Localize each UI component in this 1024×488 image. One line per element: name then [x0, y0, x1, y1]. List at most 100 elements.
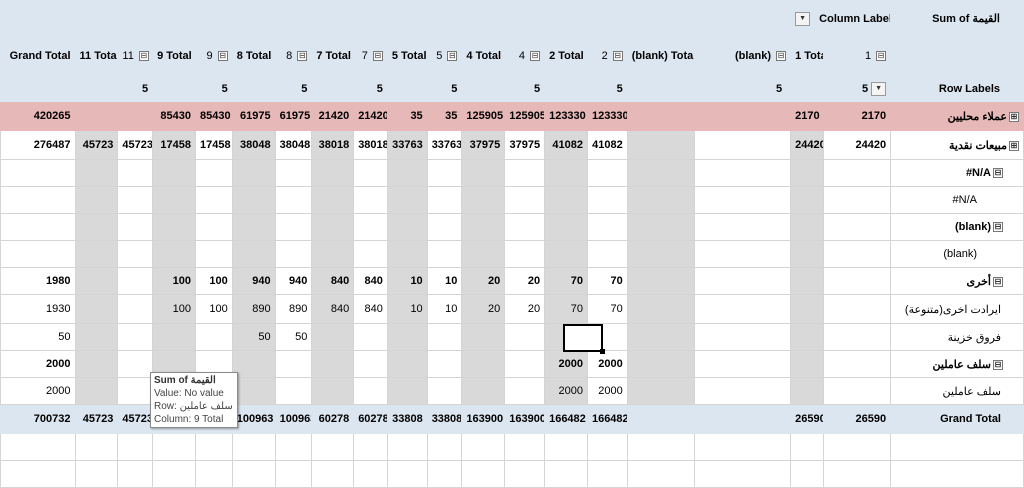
collapse-icon[interactable]: ⊟: [530, 51, 541, 62]
header-col-9[interactable]: 9 ⊟: [194, 36, 233, 76]
cell-c9: 100: [194, 267, 233, 295]
empty-row: [0, 460, 1024, 488]
cell-c1t: 26590: [790, 404, 824, 434]
cell-c2t: 70: [544, 267, 588, 295]
table-row-na-group: #N/A ⊟: [0, 159, 1024, 187]
header-col-1[interactable]: 1 ⊟: [822, 36, 892, 76]
cell-grand-total: 276487: [0, 130, 76, 160]
chevron-down-icon[interactable]: ▼: [795, 11, 811, 26]
header-col-11[interactable]: 11 ⊟: [117, 36, 154, 76]
collapse-icon[interactable]: ⊟: [217, 51, 228, 62]
cell-c4: 37975: [504, 130, 546, 160]
table-row-cash-sales: 276487 45723 45723 17458 17458 38048 380…: [0, 130, 1024, 160]
header-col-8[interactable]: 8 ⊟: [274, 36, 313, 76]
cell-c5: 10: [426, 294, 463, 324]
subheader-5: 5: [504, 75, 546, 102]
header-col-4-total: 4 Total: [461, 36, 506, 76]
cell-c9t: 100: [152, 294, 196, 324]
cell-c2t: 41082: [544, 130, 588, 160]
cell-c5t: 33808: [386, 404, 428, 434]
cell-c5: 33808: [426, 404, 463, 434]
header-col-2[interactable]: 2 ⊟: [586, 36, 628, 76]
pivot-header-row-subcolumns: 5 5 5 5 5 5 5 5 5 ▼ Row Labels: [0, 75, 1024, 102]
cell-c4t: 20: [461, 294, 506, 324]
cell-c8: 50: [274, 323, 313, 351]
cell-c11: 45723: [117, 404, 154, 434]
collapse-icon[interactable]: ⊟: [993, 222, 1003, 233]
pivot-header-row-columns: Grand Total 11 Total 11 ⊟ 9 Total 9 ⊟ 8 …: [0, 36, 1024, 76]
collapse-icon[interactable]: ⊟: [776, 51, 787, 62]
cell-c8t: 50: [231, 323, 276, 351]
row-label-treasury-diff: فروق خزينة: [890, 323, 1024, 351]
collapse-icon[interactable]: ⊟: [993, 359, 1003, 370]
row-label-na-group[interactable]: #N/A ⊟: [890, 159, 1024, 187]
row-label-emp-adv-group[interactable]: سلف عاملين ⊟: [890, 350, 1024, 378]
cell-c2: 70: [586, 267, 628, 295]
cell-c2t: 70: [544, 294, 588, 324]
cell-c7t: 38018: [311, 130, 355, 160]
row-labels: Row Labels: [890, 75, 1024, 102]
collapse-icon[interactable]: ⊟: [993, 168, 1003, 179]
cell-c7: 840: [353, 267, 388, 295]
subheader-5: 5: [586, 75, 628, 102]
cell-grand-total: 2000: [0, 350, 76, 378]
pivot-table-sheet: ▼ Column Labels Sum of القيمة Grand Tota…: [0, 0, 1024, 488]
cell-c4t: 37975: [461, 130, 506, 160]
collapse-icon[interactable]: ⊟: [612, 51, 623, 62]
row-label-blank-item: (blank): [890, 240, 1024, 268]
cell-c7: 60278: [353, 404, 388, 434]
tooltip-row: Row: سلف عاملين: [154, 401, 233, 412]
cell-grand-total: 420265: [0, 101, 76, 131]
cell-c8t: 890: [231, 294, 276, 324]
cell-c7t: 60278: [311, 404, 355, 434]
subheader-blank-cell: 5: [694, 75, 792, 102]
table-row-na-item: #N/A: [0, 186, 1024, 214]
collapse-icon[interactable]: ⊟: [372, 51, 383, 62]
empty-row: [0, 433, 1024, 461]
column-labels-cell[interactable]: ▼ Column Labels: [790, 0, 892, 37]
cell-c2: 166482: [586, 404, 628, 434]
header-col-7[interactable]: 7 ⊟: [353, 36, 388, 76]
cell-c9t: 17458: [152, 130, 196, 160]
header-col-5[interactable]: 5 ⊟: [426, 36, 463, 76]
subheader-5: 5: [353, 75, 388, 102]
collapse-icon[interactable]: ⊟: [297, 51, 308, 62]
collapse-icon[interactable]: ⊟: [876, 51, 887, 62]
row-label-blank-group[interactable]: (blank) ⊟: [890, 213, 1024, 241]
cell-c5t: 33763: [386, 130, 428, 160]
collapse-icon[interactable]: ⊟: [993, 276, 1003, 287]
row-label-na-item: #N/A: [890, 186, 1024, 214]
row-label-cash-sales[interactable]: مبيعات نقدية ⊞: [890, 130, 1024, 160]
tooltip-column: Column: 9 Total: [154, 414, 224, 425]
expand-icon[interactable]: ⊞: [1009, 111, 1019, 122]
header-col-2-total: 2 Total: [544, 36, 588, 76]
cell-c4t: 125905: [461, 101, 506, 131]
header-blank[interactable]: (blank) ⊟: [694, 36, 792, 76]
cell-c2: 70: [586, 294, 628, 324]
row-label-misc-revenue: ايرادت اخرى(متنوعة): [890, 294, 1024, 324]
header-col-4[interactable]: 4 ⊟: [504, 36, 546, 76]
cell-c2: 123330: [586, 101, 628, 131]
collapse-icon[interactable]: ⊟: [447, 51, 458, 62]
subheader-5: 5: [194, 75, 233, 102]
subheader-5-row[interactable]: 5 ▼: [822, 75, 892, 102]
cell-c7t: 21420: [311, 101, 355, 131]
cell-c11t: [74, 101, 119, 131]
cell-c11t: 45723: [74, 404, 119, 434]
column-labels: Column Labels: [819, 12, 891, 25]
chevron-down-icon[interactable]: ▼: [871, 81, 887, 96]
selected-cell[interactable]: [563, 324, 605, 354]
subheader-5: 5: [117, 75, 154, 102]
cell-c2: 41082: [586, 130, 628, 160]
subheader-blank: [790, 75, 824, 102]
table-row-misc-revenue: 1930 100 100 890 890 840 840 10 10 20 20…: [0, 294, 1024, 324]
collapse-icon[interactable]: ⊟: [138, 51, 149, 62]
table-row-local-clients: 420265 85430 85430 61975 61975 21420 214…: [0, 101, 1024, 131]
row-label-other-group[interactable]: أخرى ⊟: [890, 267, 1024, 295]
expand-icon[interactable]: ⊞: [1009, 140, 1019, 151]
cell-c4: 125905: [504, 101, 546, 131]
cell-c2t: 166482: [544, 404, 588, 434]
row-label-local-clients[interactable]: عملاء محليين ⊞: [890, 101, 1024, 131]
cell-c2: 2000: [586, 350, 628, 378]
cell-c1t: 24420: [790, 130, 824, 160]
